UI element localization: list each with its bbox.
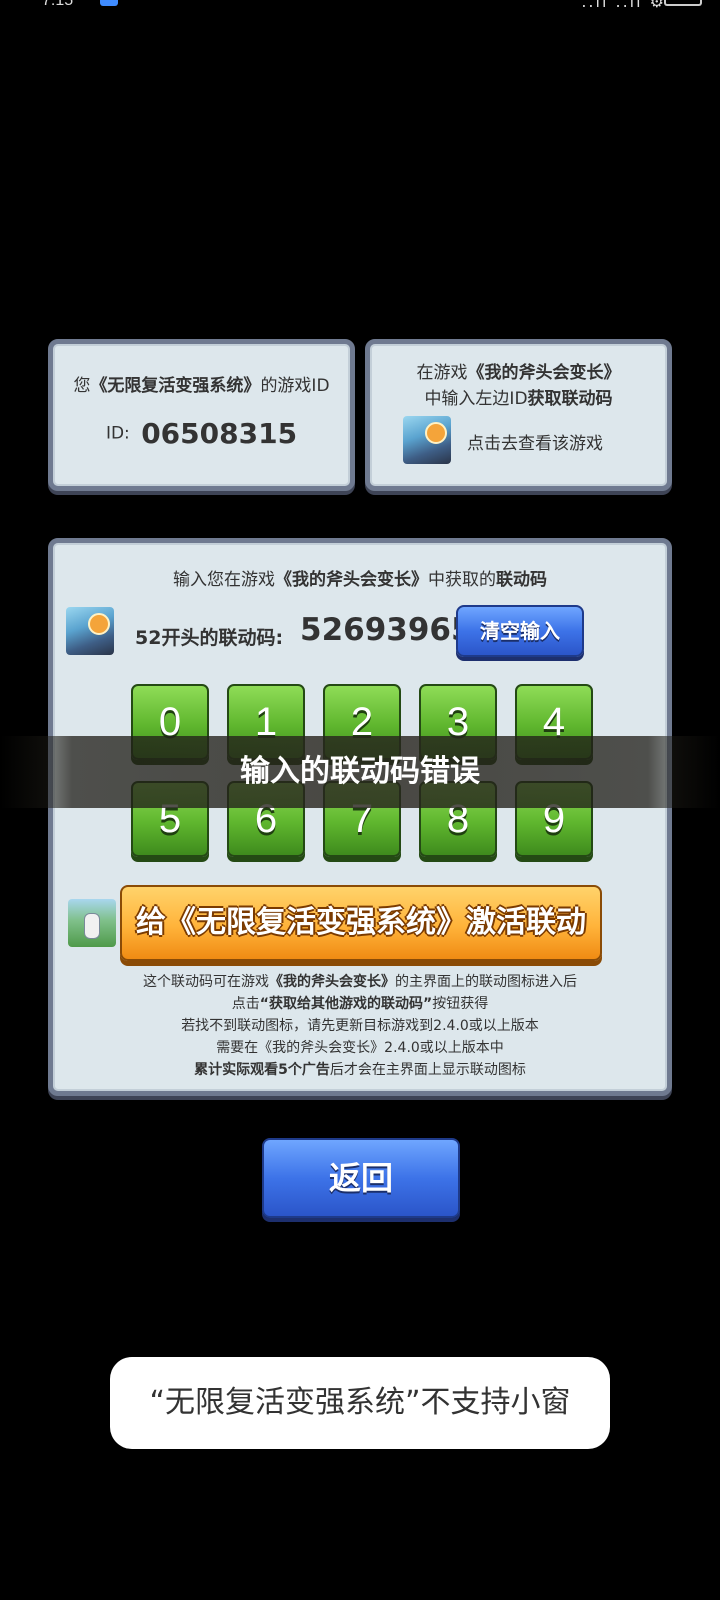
target-game-line2: 中输入左边ID获取联动码 <box>424 389 613 409</box>
game-id-value: 06508315 <box>141 417 298 450</box>
note-line-5: 累计实际观看5个广告后才会在主界面上显示联动图标 <box>194 1062 526 1078</box>
back-button[interactable]: 返回 <box>262 1138 460 1218</box>
instruction-text: 输入您在游戏《我的斧头会变长》中获取的联动码 <box>173 570 547 590</box>
view-game-link[interactable]: 点击去查看该游戏 <box>467 429 603 454</box>
status-time: 7:15 <box>42 0 74 9</box>
game-id-panel: 您《无限复活变强系统》的游戏ID ID: 06508315 <box>48 339 355 491</box>
activate-link-button[interactable]: 给《无限复活变强系统》激活联动 <box>120 885 602 961</box>
link-game-thumbnail <box>66 607 114 655</box>
notification-icon <box>100 0 118 6</box>
note-line-4: 需要在《我的斧头会变长》2.4.0或以上版本中 <box>216 1040 504 1056</box>
code-display: 52693965 <box>300 612 473 648</box>
id-label: ID: <box>105 423 130 444</box>
error-toast: 输入的联动码错误 <box>0 736 720 808</box>
target-game-panel: 在游戏《我的斧头会变长》 中输入左边ID获取联动码 点击去查看该游戏 <box>365 339 672 491</box>
game-id-caption: 您《无限复活变强系统》的游戏ID <box>73 376 330 396</box>
code-label: 52开头的联动码: <box>135 627 284 649</box>
signal-icon: ..ıl ..ıl ⚙ <box>581 0 666 11</box>
note-line-2: 点击“获取给其他游戏的联动码”按钮获得 <box>231 996 489 1012</box>
note-line-1: 这个联动码可在游戏《我的斧头会变长》的主界面上的联动图标进入后 <box>143 974 577 990</box>
game-id-line: ID: 06508315 <box>53 417 350 450</box>
system-toast: “无限复活变强系统”不支持小窗 <box>110 1357 610 1449</box>
status-bar: 7:15 ..ıl ..ıl ⚙ <box>0 0 720 14</box>
target-game-line1: 在游戏《我的斧头会变长》 <box>416 363 621 383</box>
note-line-3: 若找不到联动图标，请先更新目标游戏到2.4.0或以上版本 <box>181 1018 539 1034</box>
battery-icon <box>664 0 702 6</box>
target-game-thumbnail[interactable] <box>403 416 451 464</box>
clear-input-button[interactable]: 清空输入 <box>456 605 584 657</box>
source-game-thumbnail <box>68 899 116 947</box>
